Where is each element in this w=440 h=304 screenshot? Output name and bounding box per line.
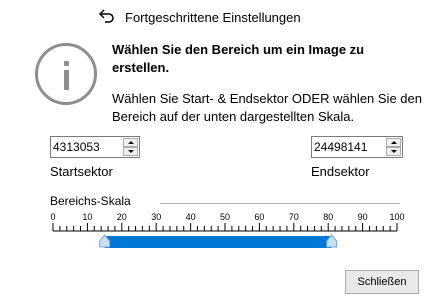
info-icon [35, 43, 97, 105]
scale-tick-label: 20 [117, 212, 127, 222]
start-sector-input[interactable] [51, 137, 121, 157]
group-divider [160, 203, 400, 204]
range-scale-slider[interactable]: 0 10 20 30 40 50 60 70 80 90 100 [0, 210, 440, 250]
close-button[interactable]: Schließen [345, 270, 419, 294]
scale-tick-label: 90 [358, 212, 368, 222]
start-sector-label: Startsektor [50, 164, 113, 179]
start-sector-increment-button[interactable] [123, 138, 138, 147]
scale-tick-label: 30 [151, 212, 161, 222]
start-sector-spinbox [50, 136, 140, 158]
scale-tick-label: 40 [186, 212, 196, 222]
scale-tick-label: 70 [289, 212, 299, 222]
range-selection-bar[interactable] [104, 236, 332, 248]
advanced-settings-dialog: Fortgeschrittene Einstellungen Wählen Si… [0, 0, 440, 304]
end-sector-spinbox [311, 136, 403, 158]
instruction-heading: Wählen Sie den Bereich um ein Image zu e… [112, 42, 365, 75]
end-sector-decrement-button[interactable] [386, 147, 401, 156]
scale-tick-label: 0 [50, 212, 55, 222]
end-sector-input[interactable] [312, 137, 382, 157]
range-scale-label: Bereichs-Skala [50, 194, 131, 208]
start-sector-decrement-button[interactable] [123, 147, 138, 156]
scale-tick-label: 100 [389, 212, 404, 222]
window-title: Fortgeschrittene Einstellungen [125, 10, 301, 25]
scale-tick-label: 60 [254, 212, 264, 222]
scale-tick-label: 80 [323, 212, 333, 222]
instruction-text: Wählen Sie Start- & Endsektor ODER wähle… [112, 91, 422, 124]
scale-tick-label: 50 [220, 212, 230, 222]
scale-tick-label: 10 [82, 212, 92, 222]
end-sector-increment-button[interactable] [386, 138, 401, 147]
end-sector-label: Endsektor [311, 164, 370, 179]
back-arrow-icon[interactable] [99, 9, 115, 23]
title-bar: Fortgeschrittene Einstellungen [0, 0, 440, 34]
